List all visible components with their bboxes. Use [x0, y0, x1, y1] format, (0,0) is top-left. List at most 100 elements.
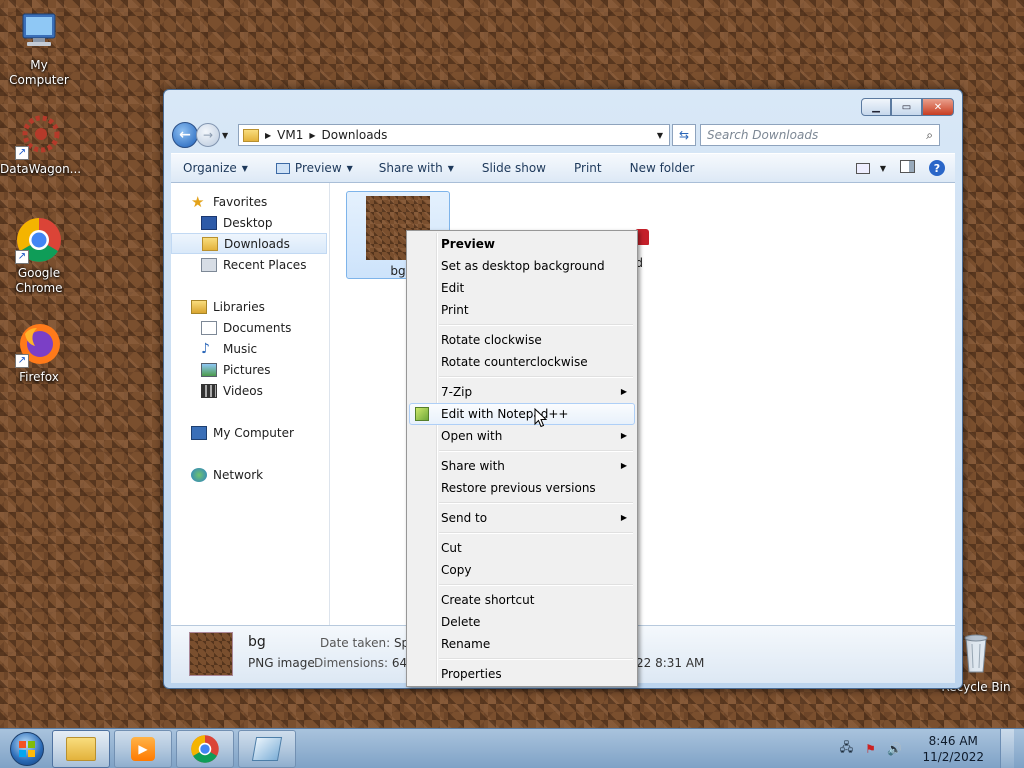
menu-item-rotate-clockwise[interactable]: Rotate clockwise [409, 329, 635, 351]
windows-logo-icon [10, 731, 44, 766]
desktop-icon-google-chrome[interactable]: ↗ Google Chrome [0, 216, 78, 296]
desktop-icon [201, 215, 217, 230]
nav-label: Desktop [223, 215, 273, 230]
taskbar-chrome-button[interactable] [176, 729, 234, 768]
chevron-down-icon: ▼ [879, 163, 886, 173]
menu-item-share-with[interactable]: Share with ▶ [409, 455, 635, 477]
show-desktop-button[interactable] [1000, 728, 1014, 768]
context-menu: Preview Set as desktop background Edit P… [406, 230, 638, 687]
menu-item-open-with[interactable]: Open with ▶ [409, 425, 635, 447]
print-label: Print [573, 161, 602, 175]
taskbar-explorer-button[interactable] [52, 729, 110, 768]
menu-item-copy[interactable]: Copy [409, 559, 635, 581]
preview-pane-button[interactable] [900, 160, 915, 176]
back-button[interactable]: ← [172, 122, 198, 148]
menu-item-label: Send to [441, 511, 488, 525]
refresh-button[interactable]: ⇆ [672, 124, 696, 146]
nav-pictures[interactable]: Pictures [171, 359, 329, 380]
recent-pages-dropdown[interactable]: ▼ [222, 131, 234, 140]
search-input[interactable]: Search Downloads ⌕ [700, 124, 940, 146]
chevron-down-icon: ▼ [222, 130, 229, 140]
share-with-label: Share with [378, 161, 443, 175]
breadcrumb-downloads[interactable]: Downloads [322, 128, 388, 142]
taskbar-media-player-button[interactable]: ▶ [114, 729, 172, 768]
slide-show-label: Slide show [481, 161, 546, 175]
computer-icon [15, 8, 63, 56]
address-dropdown-icon[interactable]: ▼ [651, 131, 669, 140]
media-player-icon: ▶ [131, 736, 155, 761]
nav-my-computer[interactable]: My Computer [171, 422, 329, 443]
help-icon[interactable]: ? [929, 160, 945, 176]
nav-libraries[interactable]: Libraries [171, 296, 329, 317]
maximize-button[interactable]: ▭ [891, 98, 922, 116]
desktop-icon-firefox[interactable]: ↗ Firefox [0, 320, 78, 385]
nav-label: Network [213, 467, 264, 482]
network-tray-icon[interactable]: 🖧 [838, 740, 854, 757]
nav-desktop[interactable]: Desktop [171, 212, 329, 233]
menu-item-print[interactable]: Print [409, 299, 635, 321]
nav-label: Recent Places [223, 257, 307, 272]
desktop-icon-my-computer[interactable]: My Computer [0, 8, 78, 88]
menu-item-send-to[interactable]: Send to ▶ [409, 507, 635, 529]
nav-downloads[interactable]: Downloads [171, 233, 327, 254]
menu-item-create-shortcut[interactable]: Create shortcut [409, 589, 635, 611]
menu-item-label: Share with [441, 459, 505, 473]
print-button[interactable]: Print [574, 161, 602, 175]
preview-button[interactable]: Preview ▼ [275, 161, 353, 175]
close-icon: ✕ [933, 101, 943, 113]
menu-item-delete[interactable]: Delete [409, 611, 635, 633]
preview-label: Preview [294, 161, 342, 175]
start-button[interactable] [6, 729, 48, 768]
folder-icon [243, 128, 259, 142]
navigation-pane: ★ Favorites Desktop Downloads Recent Plac… [171, 183, 330, 625]
menu-item-rename[interactable]: Rename [409, 633, 635, 655]
action-center-icon[interactable]: ⚑ [862, 741, 878, 757]
slide-show-button[interactable]: Slide show [482, 161, 546, 175]
share-with-button[interactable]: Share with ▼ [379, 161, 454, 175]
nav-music[interactable]: ♪ Music [171, 338, 329, 359]
nav-documents[interactable]: Documents [171, 317, 329, 338]
taskbar-notepad-button[interactable] [238, 729, 296, 768]
menu-item-edit[interactable]: Edit [409, 277, 635, 299]
datawagon-icon: ↗ [15, 112, 63, 160]
computer-icon [191, 425, 207, 440]
mouse-cursor-icon [534, 408, 548, 428]
forward-button[interactable]: → [196, 123, 220, 147]
nav-label: Pictures [223, 362, 271, 377]
preview-icon [275, 162, 290, 174]
organize-button[interactable]: Organize ▼ [183, 161, 248, 175]
menu-item-7zip[interactable]: 7-Zip ▶ [409, 381, 635, 403]
menu-item-rotate-counterclockwise[interactable]: Rotate counterclockwise [409, 351, 635, 373]
menu-item-edit-with-notepadpp[interactable]: Edit with Notepad++ [409, 403, 635, 425]
minimize-icon: ▁ [872, 101, 880, 113]
nav-videos[interactable]: Videos [171, 380, 329, 401]
volume-icon[interactable]: 🔊 [886, 741, 902, 757]
menu-item-restore-previous-versions[interactable]: Restore previous versions [409, 477, 635, 499]
chevron-down-icon: ▼ [447, 163, 454, 173]
clock[interactable]: 8:46 AM 11/2/2022 [922, 733, 984, 765]
nav-network[interactable]: Network [171, 464, 329, 485]
pictures-icon [201, 362, 217, 377]
breadcrumb-vm1[interactable]: VM1 [277, 128, 303, 142]
close-button[interactable]: ✕ [922, 98, 954, 116]
forward-arrow-icon: → [202, 128, 214, 142]
menu-item-preview[interactable]: Preview [409, 233, 635, 255]
desktop-icon-datawagon[interactable]: ↗ DataWagon... [0, 112, 81, 177]
menu-item-set-desktop-background[interactable]: Set as desktop background [409, 255, 635, 277]
date-taken-label: Date taken: [320, 636, 391, 650]
menu-item-properties[interactable]: Properties [409, 663, 635, 685]
chrome-icon: ↗ [15, 216, 63, 264]
menu-item-cut[interactable]: Cut [409, 537, 635, 559]
libraries-icon [191, 299, 207, 314]
new-folder-button[interactable]: New folder [630, 161, 695, 175]
shortcut-arrow-icon: ↗ [15, 250, 29, 264]
dimensions-label: Dimensions: [314, 656, 389, 670]
firefox-icon: ↗ [15, 320, 63, 368]
change-view-button[interactable]: ▼ [855, 162, 886, 174]
nav-recent-places[interactable]: Recent Places [171, 254, 329, 275]
minimize-button[interactable]: ▁ [861, 98, 891, 116]
nav-favorites[interactable]: ★ Favorites [171, 191, 329, 212]
address-bar[interactable]: ▶ VM1 ▶ Downloads ▼ [238, 124, 670, 146]
